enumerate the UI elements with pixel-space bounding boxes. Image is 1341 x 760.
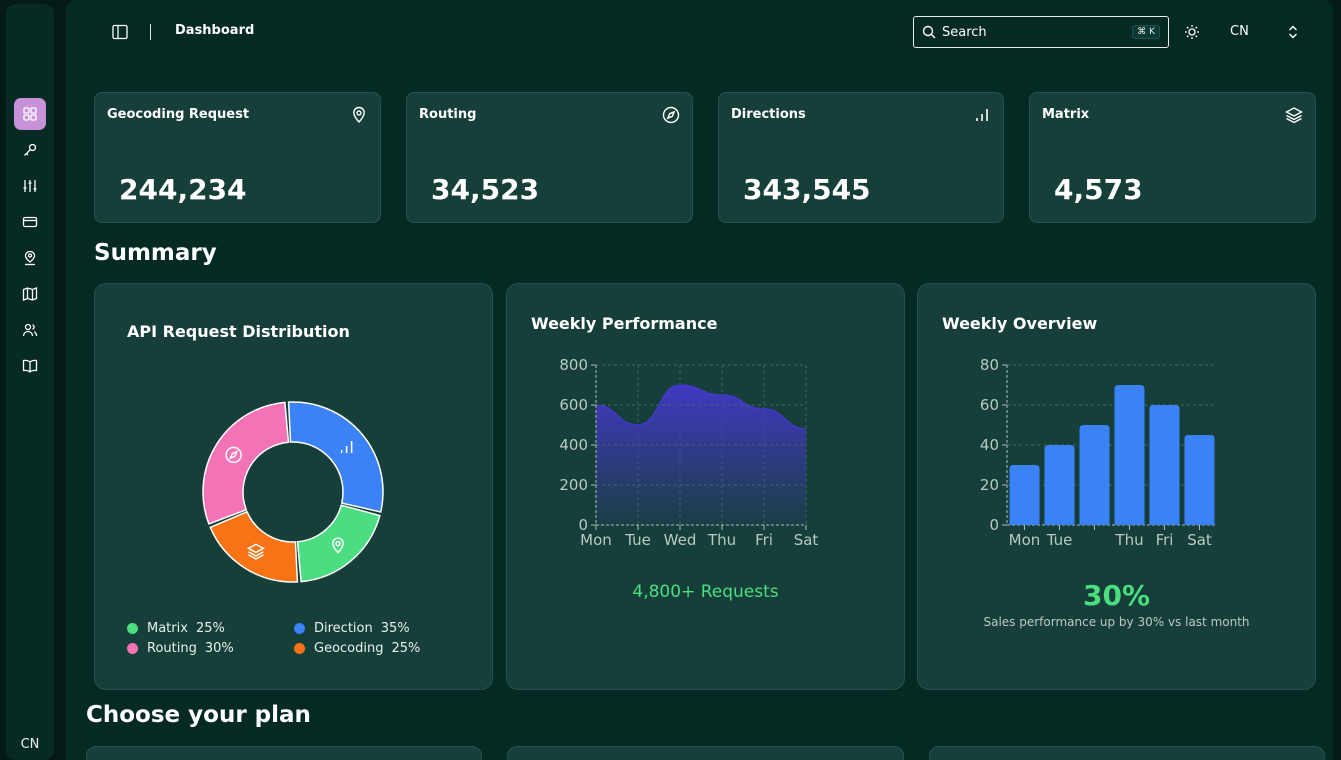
legend-pct: 25% (391, 641, 421, 656)
topbar-divider (150, 24, 151, 40)
bar-fri (1149, 405, 1180, 525)
area-series (596, 385, 806, 525)
bar-chart-icon (976, 109, 988, 121)
x-tick-label: Thu (707, 531, 736, 549)
stat-title: Routing (419, 107, 477, 122)
x-tick-label: Tue (624, 531, 651, 549)
stat-card-directions: Directions 343,545 (718, 92, 1004, 223)
sidebar-toggle-icon[interactable] (111, 23, 129, 41)
plan-card[interactable] (507, 746, 904, 760)
stat-value: 4,573 (1054, 173, 1143, 206)
grid-icon[interactable] (14, 98, 46, 130)
bar-blank (1079, 425, 1110, 525)
summary-heading: Summary (94, 240, 217, 266)
plan-card[interactable] (929, 746, 1325, 760)
stat-title: Directions (731, 107, 806, 122)
legend-pct: 30% (204, 641, 234, 656)
donut-slice-matrix (296, 504, 381, 583)
x-tick-label: Fri (1156, 531, 1174, 549)
key-icon[interactable] (14, 134, 46, 166)
bar-mon (1009, 465, 1040, 525)
compass-icon (662, 106, 680, 124)
page-title: Dashboard (175, 23, 255, 38)
stat-card-routing: Routing 34,523 (406, 92, 693, 223)
stat-value: 34,523 (431, 173, 540, 206)
bar-thu (1114, 385, 1145, 525)
x-tick-label: Mon (580, 531, 612, 549)
x-tick-label: Thu (1114, 531, 1143, 549)
donut-slice-routing (202, 401, 290, 525)
bar-tue (1044, 445, 1075, 525)
bar-chart: 0 20 40 60 80 Mon Tue Thu Fri Sat (980, 356, 1217, 549)
legend-label: Direction (314, 621, 373, 636)
stat-value: 343,545 (743, 173, 871, 206)
map-icon[interactable] (14, 278, 46, 310)
stat-title: Matrix (1042, 107, 1090, 122)
legend-pct: 35% (380, 621, 410, 636)
sliders-icon[interactable] (14, 170, 46, 202)
legend-pct: 25% (195, 621, 225, 636)
performance-percent: 30% (1082, 579, 1151, 612)
stat-card-matrix: Matrix 4,573 (1029, 92, 1316, 223)
x-tick-label: Sat (794, 531, 819, 549)
x-tick-label: Tue (1046, 531, 1073, 549)
requests-count: 4,800+ Requests (632, 582, 779, 602)
rail-language[interactable]: CN (6, 737, 54, 752)
credit-card-icon[interactable] (14, 206, 46, 238)
plans-heading: Choose your plan (86, 702, 311, 728)
legend-routing: Routing 30% (127, 641, 234, 656)
bar-sat (1184, 435, 1215, 525)
y-tick-label: 800 (559, 356, 588, 374)
stat-value: 244,234 (119, 173, 247, 206)
x-tick-label: Wed (664, 531, 697, 549)
legend-dot (294, 643, 305, 654)
legend-matrix: Matrix 25% (127, 621, 225, 636)
legend-dot (127, 643, 138, 654)
chevrons-up-down-icon[interactable] (1286, 24, 1300, 40)
donut-slice-geocoding (209, 510, 299, 583)
x-tick-label: Sat (1187, 531, 1212, 549)
y-tick-label: 80 (980, 356, 999, 374)
area-chart: 0200400600800Mon Tue Wed Thu Fri Sat (559, 356, 819, 549)
plan-card[interactable] (86, 746, 482, 760)
search-icon (922, 25, 936, 39)
stat-title: Geocoding Request (107, 107, 250, 122)
search-shortcut: ⌘ K (1132, 25, 1160, 39)
main-panel: Dashboard Search ⌘ K CN Geocoding Reques… (66, 0, 1333, 760)
search-placeholder: Search (942, 24, 987, 40)
sun-icon[interactable] (1184, 24, 1200, 40)
language-switch[interactable]: CN (1230, 24, 1249, 39)
y-tick-label: 400 (559, 436, 588, 454)
x-tick-label: Fri (755, 531, 773, 549)
y-tick-label: 0 (989, 516, 999, 534)
left-rail: CN (6, 4, 54, 760)
performance-card: Weekly Performance 0 200 400 600 800 Mon Tue We… (506, 283, 905, 690)
distribution-card: API Request Distribution Matrix 25% Dire… (94, 283, 493, 690)
overview-card: Weekly Overview 0 20 40 60 80 Mon Tue Thu Fri Sat… (917, 283, 1316, 690)
y-tick-label: 40 (980, 436, 999, 454)
users-icon[interactable] (14, 314, 46, 346)
x-tick-label: Mon (1009, 531, 1041, 549)
y-tick-label: 600 (559, 396, 588, 414)
legend-label: Routing (147, 641, 197, 656)
map-pin-user-icon[interactable] (14, 242, 46, 274)
performance-note: Sales performance up by 30% vs last mont… (983, 615, 1250, 629)
legend-label: Matrix (147, 621, 188, 636)
search-input[interactable]: Search ⌘ K (913, 16, 1169, 48)
layers-icon (1285, 107, 1303, 124)
y-tick-label: 200 (559, 476, 588, 494)
stat-card-geocoding: Geocoding Request 244,234 (94, 92, 381, 223)
legend-dot (127, 623, 138, 634)
donut-slice-direction (287, 401, 384, 513)
legend-geocoding: Geocoding 25% (294, 641, 420, 656)
book-open-icon[interactable] (14, 350, 46, 382)
map-pin-icon (353, 106, 365, 124)
legend-direction: Direction 35% (294, 621, 410, 636)
legend-dot (294, 623, 305, 634)
y-tick-label: 20 (980, 476, 999, 494)
legend-label: Geocoding (314, 641, 384, 656)
y-tick-label: 60 (980, 396, 999, 414)
